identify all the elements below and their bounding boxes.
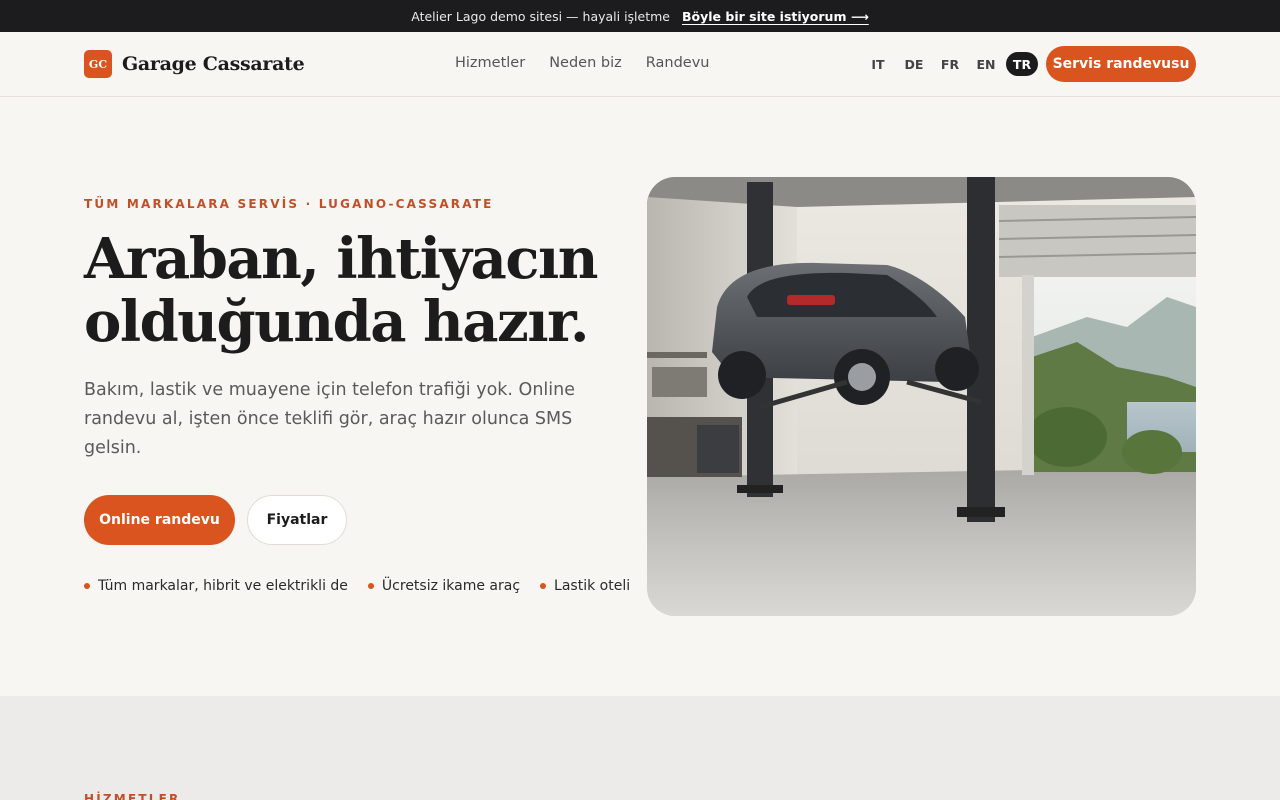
bullet-dot-icon bbox=[540, 583, 547, 589]
hero-features: Tüm markalar, hibrit ve elektrikli de Üc… bbox=[84, 578, 630, 594]
service-appointment-button[interactable]: Servis randevusu bbox=[1046, 46, 1196, 82]
prices-button[interactable]: Fiyatlar bbox=[247, 495, 347, 545]
lang-it[interactable]: IT bbox=[862, 52, 894, 76]
language-switcher: IT DE FR EN TR bbox=[862, 52, 1038, 76]
bullet-dot-icon bbox=[367, 583, 374, 589]
feature-item: Tüm markalar, hibrit ve elektrikli de bbox=[84, 578, 348, 594]
lang-en[interactable]: EN bbox=[970, 52, 1002, 76]
demo-banner: Atelier Lago demo sitesi — hayali işletm… bbox=[0, 0, 1280, 32]
lang-tr[interactable]: TR bbox=[1006, 52, 1038, 76]
logo-mark: GC bbox=[84, 50, 112, 78]
demo-banner-text: Atelier Lago demo sitesi — hayali işletm… bbox=[411, 8, 670, 24]
hero-lead: Bakım, lastik ve muayene için telefon tr… bbox=[84, 380, 575, 458]
hero-headline: Araban, ihtiyacın olduğunda hazır. bbox=[84, 226, 598, 355]
feature-label: Ücretsiz ikame araç bbox=[381, 578, 521, 594]
site-header: GC Garage Cassarate Hizmetler Neden biz … bbox=[0, 32, 1280, 97]
logo[interactable]: GC Garage Cassarate bbox=[84, 50, 305, 78]
hero-eyebrow: TÜM MARKALARA SERVİS · LUGANO-CASSARATE bbox=[84, 197, 494, 211]
demo-banner-link[interactable]: Böyle bir site istiyorum ⟶ bbox=[682, 9, 869, 24]
feature-label: Tüm markalar, hibrit ve elektrikli de bbox=[98, 578, 348, 594]
nav-item-hizmetler[interactable]: Hizmetler bbox=[455, 55, 525, 71]
feature-label: Lastik oteli bbox=[554, 578, 631, 594]
nav-item-neden-biz[interactable]: Neden biz bbox=[549, 55, 622, 71]
services-eyebrow: HİZMETLER bbox=[84, 792, 181, 800]
feature-item: Lastik oteli bbox=[540, 578, 630, 594]
main-nav: Hizmetler Neden biz Randevu bbox=[455, 55, 709, 71]
lang-de[interactable]: DE bbox=[898, 52, 930, 76]
logo-text: Garage Cassarate bbox=[122, 53, 305, 75]
feature-item: Ücretsiz ikame araç bbox=[367, 578, 521, 594]
services-section: HİZMETLER bbox=[0, 696, 1280, 800]
nav-item-randevu[interactable]: Randevu bbox=[646, 55, 710, 71]
lang-fr[interactable]: FR bbox=[934, 52, 966, 76]
hero-garage-image bbox=[647, 177, 1196, 616]
bullet-dot-icon bbox=[84, 583, 90, 589]
online-appointment-button[interactable]: Online randevu bbox=[84, 495, 235, 545]
